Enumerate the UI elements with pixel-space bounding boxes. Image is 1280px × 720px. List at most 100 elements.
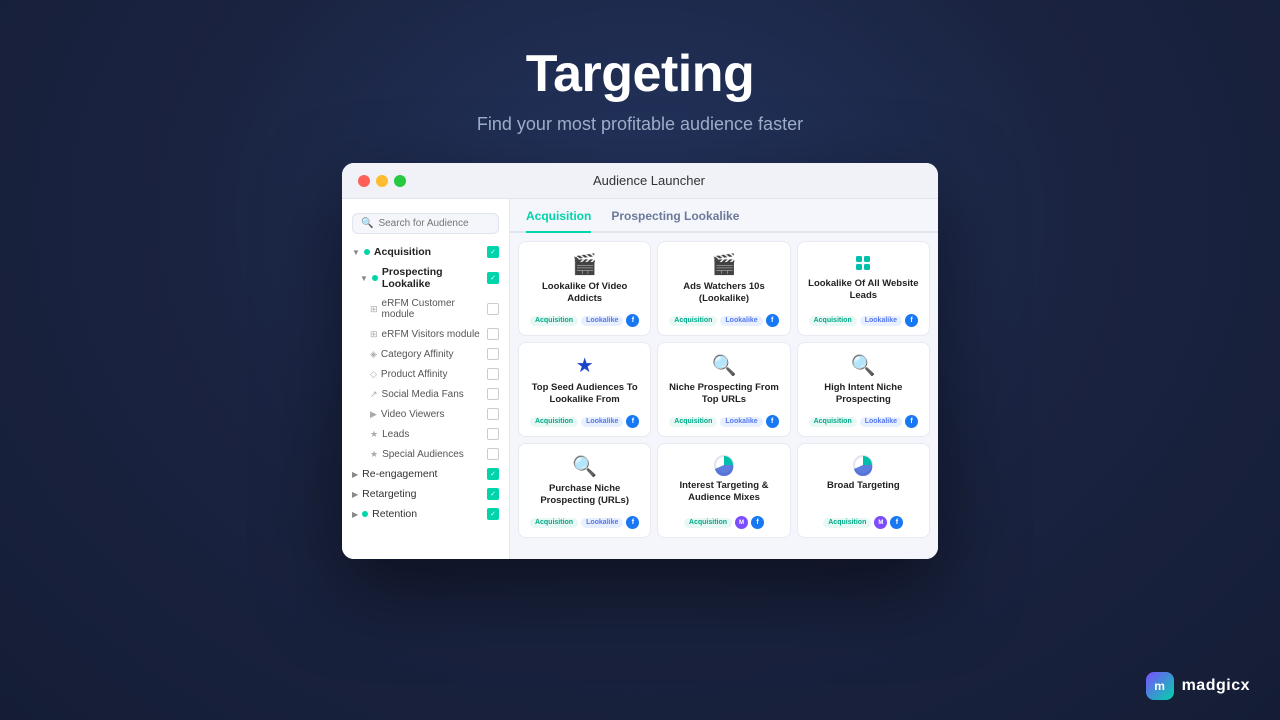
tab-prospecting-lookalike[interactable]: Prospecting Lookalike: [611, 209, 739, 233]
sidebar-item-prospecting-lookalike[interactable]: ▼ Prospecting Lookalike ✓: [342, 262, 509, 294]
checkbox-product[interactable]: [487, 368, 499, 380]
sidebar-item-label: Retention: [372, 508, 417, 520]
card-top-seed[interactable]: ★ Top Seed Audiences To Lookalike From A…: [518, 342, 651, 437]
sidebar-item-video-viewers[interactable]: ▶ Video Viewers: [342, 404, 509, 424]
category-icon: ◈: [370, 349, 377, 360]
facebook-icon: f: [905, 415, 918, 428]
checkbox-retargeting[interactable]: ✓: [487, 488, 499, 500]
card-ads-watchers[interactable]: 🎬 Ads Watchers 10s (Lookalike) Acquisiti…: [657, 241, 790, 336]
sidebar-item-retargeting[interactable]: ▶ Retargeting ✓: [342, 484, 509, 504]
madgicx-logo: m madgicx: [1146, 672, 1250, 700]
card-purchase-niche[interactable]: 🔍 Purchase Niche Prospecting (URLs) Acqu…: [518, 443, 651, 538]
checkbox-category[interactable]: [487, 348, 499, 360]
page-subtitle: Find your most profitable audience faste…: [477, 114, 803, 135]
window-body: 🔍 ▼ Acquisition ✓ ▼ Prospecting Lookalik…: [342, 199, 938, 559]
checkbox-video[interactable]: [487, 408, 499, 420]
sidebar-item-erfm-customer[interactable]: ⊞ eRFM Customer module: [342, 294, 509, 324]
card-title: Top Seed Audiences To Lookalike From: [527, 382, 642, 407]
status-dot: [364, 249, 370, 255]
card-website-leads[interactable]: Lookalike Of All Website Leads Acquisiti…: [797, 241, 930, 336]
card-broad-targeting[interactable]: Broad Targeting Acquisition M f: [797, 443, 930, 538]
sidebar-item-retention[interactable]: ▶ Retention ✓: [342, 504, 509, 524]
card-tags: Acquisition M f: [666, 516, 781, 529]
search-icon: 🔍: [572, 454, 597, 479]
sidebar-item-label: Product Affinity: [381, 369, 448, 380]
checkbox-prospecting[interactable]: ✓: [487, 272, 499, 284]
facebook-icon: f: [766, 415, 779, 428]
checkbox-social[interactable]: [487, 388, 499, 400]
facebook-icon: f: [751, 516, 764, 529]
card-niche-top-urls[interactable]: 🔍 Niche Prospecting From Top URLs Acquis…: [657, 342, 790, 437]
card-interest-targeting[interactable]: Interest Targeting & Audience Mixes Acqu…: [657, 443, 790, 538]
window-titlebar: Audience Launcher: [342, 163, 938, 199]
checkbox-leads[interactable]: [487, 428, 499, 440]
page-content: Targeting Find your most profitable audi…: [0, 0, 1280, 559]
search-box[interactable]: 🔍: [352, 213, 499, 234]
tag-acquisition: Acquisition: [809, 417, 857, 427]
sidebar: 🔍 ▼ Acquisition ✓ ▼ Prospecting Lookalik…: [342, 199, 510, 559]
tag-lookalike: Lookalike: [720, 417, 762, 427]
sidebar-item-special-audiences[interactable]: ★ Special Audiences: [342, 444, 509, 464]
card-tags: Acquisition Lookalike f: [666, 314, 781, 327]
tag-acquisition: Acquisition: [530, 417, 578, 427]
window-title: Audience Launcher: [376, 173, 922, 188]
search-icon: 🔍: [851, 353, 876, 378]
checkbox-erfm-customer[interactable]: [487, 303, 499, 315]
sidebar-item-category-affinity[interactable]: ◈ Category Affinity: [342, 344, 509, 364]
checkbox-retention[interactable]: ✓: [487, 508, 499, 520]
sidebar-item-erfm-visitors[interactable]: ⊞ eRFM Visitors module: [342, 324, 509, 344]
video-icon: ▶: [370, 409, 377, 420]
search-icon: 🔍: [361, 218, 373, 229]
card-title: Purchase Niche Prospecting (URLs): [527, 483, 642, 508]
video-camera-icon: 🎬: [572, 252, 597, 277]
search-input[interactable]: [378, 218, 490, 229]
sidebar-item-label: Retargeting: [362, 488, 416, 500]
card-high-intent[interactable]: 🔍 High Intent Niche Prospecting Acquisit…: [797, 342, 930, 437]
card-title: High Intent Niche Prospecting: [806, 382, 921, 407]
card-title: Lookalike Of All Website Leads: [806, 278, 921, 303]
status-dot: [372, 275, 378, 281]
search-icon: 🔍: [712, 353, 737, 378]
card-title: Lookalike Of Video Addicts: [527, 281, 642, 306]
card-tags: Acquisition Lookalike f: [527, 314, 642, 327]
app-window: Audience Launcher 🔍 ▼ Acquisition ✓: [342, 163, 938, 559]
video-camera-icon: 🎬: [712, 252, 737, 277]
sidebar-item-reengagement[interactable]: ▶ Re-engagement ✓: [342, 464, 509, 484]
card-tags: Acquisition M f: [806, 516, 921, 529]
tab-acquisition[interactable]: Acquisition: [526, 209, 591, 233]
main-panel: Acquisition Prospecting Lookalike 🎬 Look…: [510, 199, 938, 559]
close-dot[interactable]: [358, 175, 370, 187]
tag-acquisition: Acquisition: [669, 316, 717, 326]
sidebar-item-acquisition[interactable]: ▼ Acquisition ✓: [342, 242, 509, 262]
sidebar-item-label: eRFM Visitors module: [382, 329, 480, 340]
tag-lookalike: Lookalike: [860, 316, 902, 326]
card-lookalike-video[interactable]: 🎬 Lookalike Of Video Addicts Acquisition…: [518, 241, 651, 336]
star-icon: ★: [576, 353, 594, 378]
pie-chart-icon: [852, 454, 874, 476]
cards-grid: 🎬 Lookalike Of Video Addicts Acquisition…: [510, 233, 938, 546]
sidebar-item-label: Video Viewers: [381, 409, 445, 420]
facebook-icon: f: [626, 415, 639, 428]
sidebar-item-social-media[interactable]: ↗ Social Media Fans: [342, 384, 509, 404]
madgicx-text: madgicx: [1182, 677, 1250, 695]
sidebar-item-label: Category Affinity: [381, 349, 454, 360]
tag-lookalike: Lookalike: [720, 316, 762, 326]
checkbox-special[interactable]: [487, 448, 499, 460]
sidebar-item-product-affinity[interactable]: ◇ Product Affinity: [342, 364, 509, 384]
checkbox-erfm-visitors[interactable]: [487, 328, 499, 340]
checkbox-reengagement[interactable]: ✓: [487, 468, 499, 480]
chevron-right-icon: ▶: [352, 470, 358, 479]
tag-acquisition: Acquisition: [530, 316, 578, 326]
checkbox-acquisition[interactable]: ✓: [487, 246, 499, 258]
chevron-down-icon: ▼: [352, 248, 360, 257]
sidebar-item-leads[interactable]: ★ Leads: [342, 424, 509, 444]
sidebar-item-label: Social Media Fans: [382, 389, 464, 400]
tag-lookalike: Lookalike: [860, 417, 902, 427]
facebook-icon: f: [626, 314, 639, 327]
card-title: Niche Prospecting From Top URLs: [666, 382, 781, 407]
chevron-right-icon: ▶: [352, 490, 358, 499]
tag-lookalike: Lookalike: [581, 518, 623, 528]
card-title: Ads Watchers 10s (Lookalike): [666, 281, 781, 306]
tag-lookalike: Lookalike: [581, 316, 623, 326]
card-tags: Acquisition Lookalike f: [527, 516, 642, 529]
